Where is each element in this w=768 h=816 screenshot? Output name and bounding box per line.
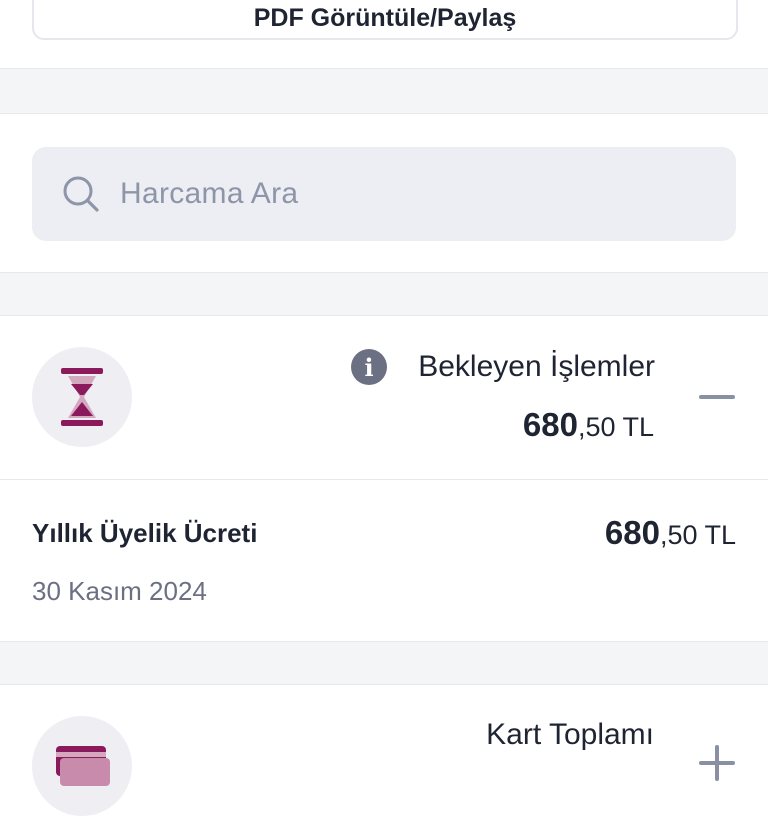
card-total-title: Kart Toplamı (486, 718, 654, 751)
info-icon[interactable]: i (351, 349, 387, 385)
pending-amount-dec: ,50 TL (577, 412, 654, 442)
search-input[interactable] (118, 176, 682, 212)
pdf-button-label: PDF Görüntüle/Paylaş (253, 3, 517, 32)
pending-title: Bekleyen İşlemler (418, 350, 655, 383)
transaction-amount: 680,50 TL (486, 514, 736, 552)
hourglass-icon (61, 368, 103, 426)
collapse-icon[interactable] (699, 395, 735, 399)
section-gap (0, 69, 768, 113)
pending-amount: 680,50 TL (420, 406, 654, 444)
card-icon-badge (32, 716, 132, 816)
transaction-row[interactable]: Yıllık Üyelik Ücreti 30 Kasım 2024 680,5… (32, 514, 736, 618)
divider (0, 479, 768, 480)
divider (0, 315, 768, 316)
pdf-view-share-button[interactable]: PDF Görüntüle/Paylaş (32, 0, 738, 40)
search-icon (63, 176, 99, 212)
expand-plus-icon[interactable] (699, 745, 735, 781)
transaction-amount-int: 680 (604, 514, 660, 551)
card-icon (56, 746, 110, 786)
pending-amount-int: 680 (522, 406, 578, 443)
divider (0, 684, 768, 685)
pending-title-row: i Bekleyen İşlemler (351, 349, 655, 385)
transaction-amount-dec: ,50 TL (659, 520, 736, 550)
transaction-date: 30 Kasım 2024 (32, 576, 207, 606)
section-gap (0, 642, 768, 684)
divider (0, 113, 768, 114)
section-gap (0, 273, 768, 315)
pdf-section: PDF Görüntüle/Paylaş (0, 0, 768, 68)
transaction-title: Yıllık Üyelik Ücreti (32, 518, 258, 548)
search-bar[interactable] (32, 147, 736, 241)
hourglass-icon-badge (32, 347, 132, 447)
